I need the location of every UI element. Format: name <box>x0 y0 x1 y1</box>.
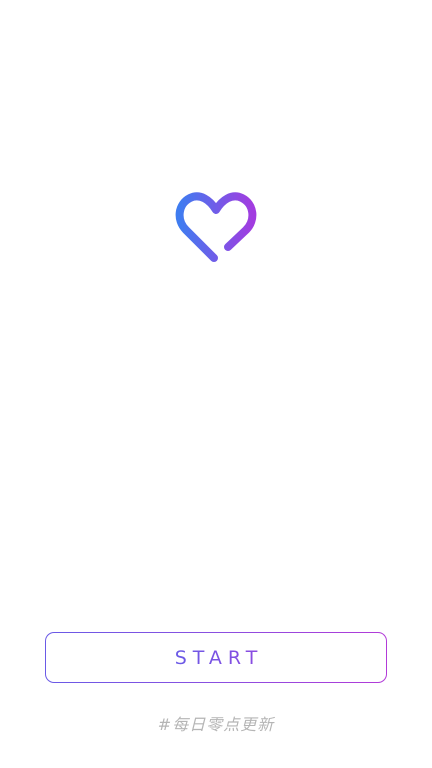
update-note: #每日零点更新 <box>157 715 275 734</box>
start-button[interactable]: START <box>45 632 387 683</box>
start-button-label: START <box>174 646 264 669</box>
heart-icon <box>172 188 260 268</box>
splash-screen: START #每日零点更新 <box>0 0 432 768</box>
